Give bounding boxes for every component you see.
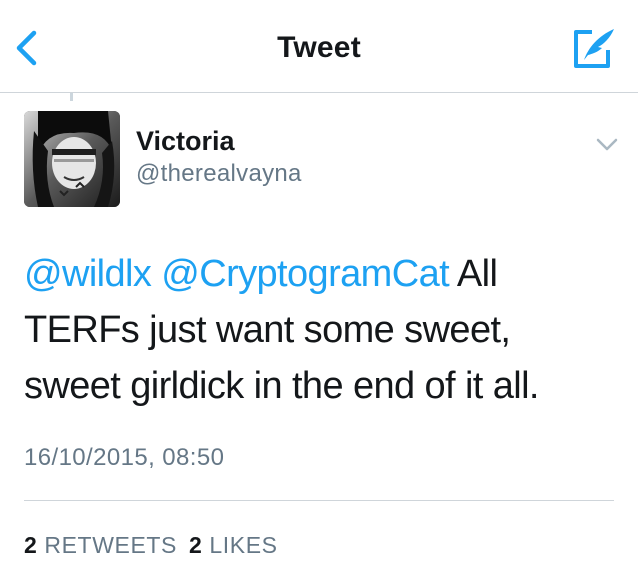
tweet-menu-button[interactable] [592,132,622,156]
avatar[interactable] [24,111,120,207]
thread-connector [70,93,73,101]
divider [24,500,614,501]
tweet-stats: 2 RETWEETS 2 LIKES [24,532,278,559]
navigation-bar: Tweet [0,0,638,93]
retweets-label: RETWEETS [44,532,177,558]
tweet-text-line: TERFs just want some sweet, [24,309,511,351]
likes-stat[interactable]: 2 LIKES [189,532,278,558]
tweet-text-segment: All [449,253,498,295]
profile-photo-image [24,111,120,207]
mention-link[interactable]: @CryptogramCat [161,253,449,295]
author-name[interactable]: Victoria [136,126,235,157]
compose-tweet-button[interactable] [572,26,618,72]
retweets-count: 2 [24,532,38,558]
tweet-text-line: sweet girldick in the end of it all. [24,365,539,407]
author-handle[interactable]: @therealvayna [136,160,302,188]
tweet-timestamp: 16/10/2015, 08:50 [24,444,225,471]
mention-link[interactable]: @wildlx [24,253,152,295]
likes-count: 2 [189,532,203,558]
likes-label: LIKES [209,532,278,558]
compose-tweet-icon [574,29,614,68]
tweet-text: @wildlx @CryptogramCat All TERFs just wan… [24,246,624,414]
chevron-down-icon [596,138,618,151]
retweets-stat[interactable]: 2 RETWEETS [24,532,177,558]
page-title: Tweet [277,31,361,64]
